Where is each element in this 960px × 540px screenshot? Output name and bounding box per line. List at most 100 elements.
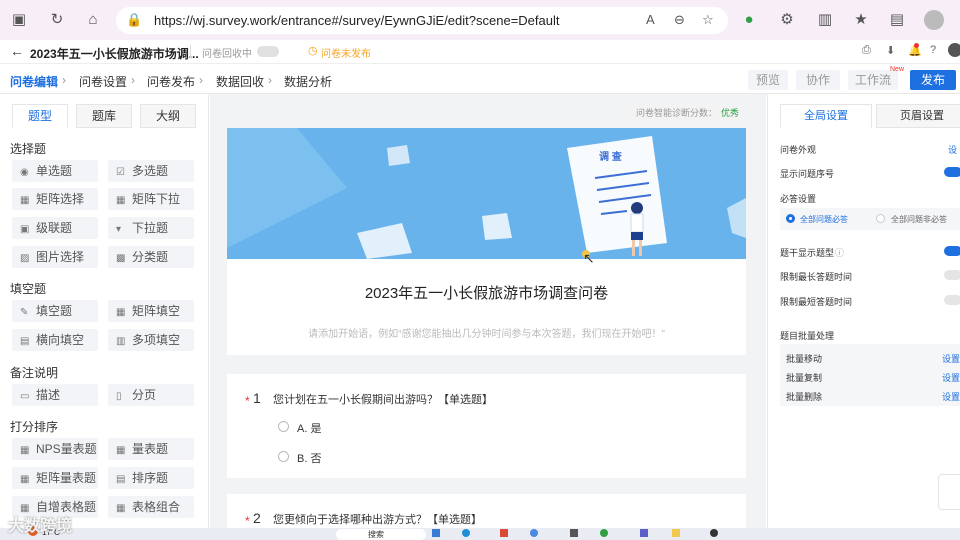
- fill-blank-button[interactable]: ✎ 填空题: [12, 300, 98, 322]
- print-icon[interactable]: ⎙: [862, 44, 871, 57]
- multi-choice-button[interactable]: ☑ 多选题: [108, 160, 194, 182]
- scale-button[interactable]: ▦ 量表题: [108, 438, 194, 460]
- tab-question-bank[interactable]: 题库: [76, 104, 132, 128]
- tab-header-settings[interactable]: 页眉设置: [876, 104, 960, 128]
- diagnosis-badge[interactable]: 问卷智能诊断分数： 优秀: [630, 105, 746, 121]
- edge-icon[interactable]: [462, 529, 470, 537]
- batch-delete-link[interactable]: 设置: [942, 390, 960, 403]
- taskbar-app-icon[interactable]: [500, 529, 508, 537]
- settings-panel: 全局设置 页眉设置: [767, 94, 960, 540]
- back-arrow-icon[interactable]: ←: [10, 43, 24, 59]
- appearance-link[interactable]: 设: [948, 143, 957, 156]
- survey-title[interactable]: 2023年五一小长假旅游市场调查问卷: [227, 282, 746, 303]
- question-type-panel: 题型 题库 大纲 选择题 ◉ 单选题 ☑ 多选题 ▦ 矩阵选择 ▦ 矩阵下拉 ▣ 级联题 …: [0, 94, 209, 540]
- extensions-icon[interactable]: ⚙: [778, 11, 796, 29]
- home-icon[interactable]: ⌂: [84, 11, 102, 29]
- radio-selected[interactable]: [786, 214, 795, 223]
- collections-icon[interactable]: ▤: [888, 11, 906, 29]
- batch-move-link[interactable]: 设置: [942, 352, 960, 365]
- tab-outline[interactable]: 大纲: [140, 104, 196, 128]
- user-avatar[interactable]: [948, 43, 960, 57]
- tab-publish[interactable]: 问卷发布: [147, 73, 195, 90]
- tab-collect[interactable]: 数据回收: [216, 73, 264, 90]
- zoom-icon[interactable]: ⊖: [674, 12, 685, 28]
- floating-toolbar[interactable]: [938, 474, 960, 510]
- new-badge: New: [890, 66, 905, 73]
- taskbar-app-icon[interactable]: [432, 529, 440, 537]
- profile-avatar[interactable]: [924, 10, 944, 30]
- mouse-cursor-icon: ↖: [583, 250, 595, 266]
- show-type-toggle[interactable]: [944, 246, 960, 256]
- matrix-scale-button[interactable]: ▦ 矩阵量表题: [12, 467, 98, 489]
- matrix-dropdown-button[interactable]: ▦ 矩阵下拉: [108, 188, 194, 210]
- matrix-fill-button[interactable]: ▦ 矩阵填空: [108, 300, 194, 322]
- intro-placeholder[interactable]: 请添加开始语，例如“感谢您能抽出几分钟时间参与本次答题，我们现在开始吧！”: [227, 325, 746, 340]
- collect-toggle[interactable]: [257, 46, 279, 57]
- required-settings-title: 必答设置: [780, 194, 817, 204]
- option-label[interactable]: A. 是: [297, 420, 321, 436]
- preview-button[interactable]: 预览: [748, 70, 788, 90]
- table-group-button[interactable]: ▦ 表格组合: [108, 496, 194, 518]
- folder-icon[interactable]: [672, 529, 680, 537]
- publish-button[interactable]: 发布: [910, 70, 956, 90]
- favorite-icon[interactable]: ☆: [702, 12, 714, 28]
- workflow-button[interactable]: 工作流: [848, 70, 898, 90]
- tab-edit[interactable]: 问卷编辑: [10, 73, 58, 90]
- nps-button[interactable]: ▦ NPS量表题: [12, 438, 98, 460]
- rank-button[interactable]: ▤ 排序题: [108, 467, 194, 489]
- batch-copy-label: 批量复制: [786, 373, 823, 383]
- reload-icon[interactable]: ↻: [48, 11, 66, 29]
- radio-option[interactable]: [278, 451, 289, 462]
- taskbar-app-icon[interactable]: [640, 529, 648, 537]
- chrome-icon[interactable]: [600, 529, 608, 537]
- question-text[interactable]: 您计划在五一小长假期间出游吗？【单选题】: [273, 391, 493, 407]
- single-choice-button[interactable]: ◉ 单选题: [12, 160, 98, 182]
- batch-copy-link[interactable]: 设置: [942, 371, 960, 384]
- taskbar-app-icon[interactable]: [710, 529, 718, 537]
- scale-icon: ▦: [116, 445, 126, 456]
- favorites-bar-icon[interactable]: ★: [852, 11, 870, 29]
- show-number-toggle[interactable]: [944, 167, 960, 177]
- extension-shield-icon[interactable]: ●: [740, 11, 758, 29]
- editor-tab-bar: 问卷编辑 › 问卷设置 › 问卷发布 › 数据回收 › 数据分析 预览 协作 工…: [0, 64, 960, 94]
- tab-analysis[interactable]: 数据分析: [284, 73, 332, 90]
- required-all-label[interactable]: 全部问题必答: [800, 214, 848, 225]
- chevron-right-icon: ›: [131, 73, 135, 87]
- multi-fill-button[interactable]: ▥ 多项填空: [108, 329, 194, 351]
- min-time-toggle[interactable]: [944, 295, 960, 305]
- cascade-button[interactable]: ▣ 级联题: [12, 217, 98, 239]
- taskbar-app-icon[interactable]: [530, 529, 538, 537]
- question-text[interactable]: 您更倾向于选择哪种出游方式？【单选题】: [273, 511, 482, 527]
- radio-option[interactable]: [876, 214, 885, 223]
- category-button[interactable]: ▩ 分类题: [108, 246, 194, 268]
- info-icon[interactable]: ⓘ: [835, 246, 844, 259]
- help-icon[interactable]: ?: [930, 44, 936, 56]
- required-none-label[interactable]: 全部问题非必答: [891, 214, 947, 225]
- collect-label: 问卷回收中: [202, 49, 252, 60]
- watermark-text: 大数跨境: [8, 518, 73, 535]
- survey-banner[interactable]: 调 查: [227, 128, 746, 259]
- matrix-icon: ▦: [116, 307, 126, 318]
- dropdown-button[interactable]: ▾ 下拉题: [108, 217, 194, 239]
- address-bar[interactable]: 🔒 https://wj.survey.work/entrance#/surve…: [116, 7, 728, 34]
- tab-settings[interactable]: 问卷设置: [79, 73, 127, 90]
- description-button[interactable]: ▭ 描述: [12, 384, 98, 406]
- url-text: https://wj.survey.work/entrance#/survey/…: [154, 13, 560, 28]
- page-break-button[interactable]: ▯ 分页: [108, 384, 194, 406]
- download-icon[interactable]: ⬇: [886, 44, 895, 57]
- split-screen-icon[interactable]: ▥: [816, 11, 834, 29]
- horizontal-fill-button[interactable]: ▤ 横向填空: [12, 329, 98, 351]
- lock-icon: 🔒: [126, 12, 143, 27]
- option-label[interactable]: B. 否: [297, 450, 321, 466]
- image-choice-button[interactable]: ▨ 图片选择: [12, 246, 98, 268]
- taskbar-app-icon[interactable]: [570, 529, 578, 537]
- collab-button[interactable]: 协作: [796, 70, 840, 90]
- read-aloud-icon[interactable]: A: [646, 12, 655, 27]
- matrix-choice-button[interactable]: ▦ 矩阵选择: [12, 188, 98, 210]
- tab-global-settings[interactable]: 全局设置: [780, 104, 872, 128]
- tab-question-types[interactable]: 题型: [12, 104, 68, 128]
- radio-option[interactable]: [278, 421, 289, 432]
- clock-icon: ◷: [308, 45, 318, 57]
- max-time-toggle[interactable]: [944, 270, 960, 280]
- comment-icon: ▭: [20, 391, 30, 402]
